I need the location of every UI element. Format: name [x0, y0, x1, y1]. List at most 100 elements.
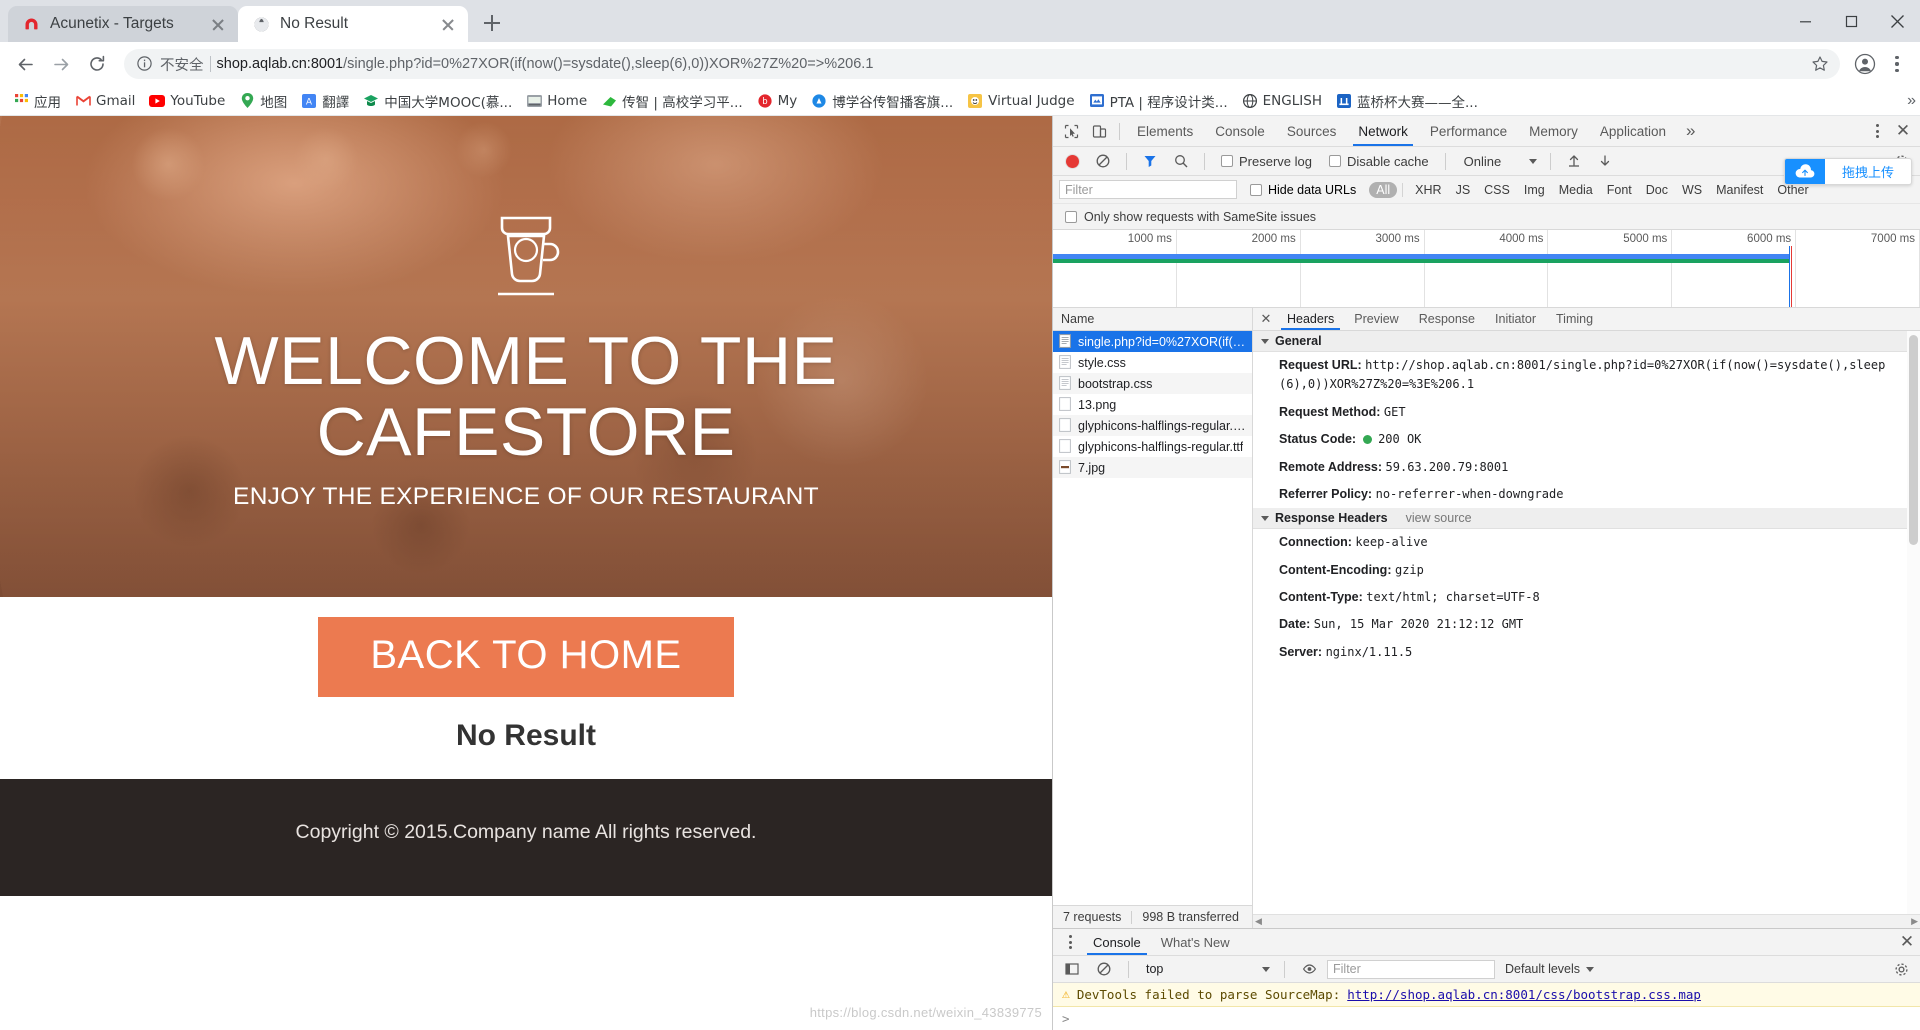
- filter-chip-img[interactable]: Img: [1517, 182, 1552, 198]
- sourcemap-link[interactable]: http://shop.aqlab.cn:8001/css/bootstrap.…: [1347, 987, 1701, 1002]
- console-prompt[interactable]: >: [1053, 1007, 1920, 1030]
- hide-data-urls-option[interactable]: Hide data URLs: [1243, 183, 1363, 197]
- tab-headers[interactable]: Headers: [1277, 308, 1344, 330]
- requests-column-header[interactable]: Name: [1053, 308, 1252, 331]
- tab-performance[interactable]: Performance: [1419, 116, 1518, 146]
- bookmark-item[interactable]: A 翻譯: [294, 89, 356, 113]
- minimize-icon[interactable]: [1782, 0, 1828, 42]
- profile-avatar-icon[interactable]: [1850, 49, 1880, 79]
- bookmark-item[interactable]: ENGLISH: [1235, 91, 1329, 111]
- device-toolbar-icon[interactable]: [1085, 118, 1113, 144]
- scroll-left-icon[interactable]: ◀: [1255, 916, 1262, 927]
- bookmark-item[interactable]: b My: [750, 91, 805, 111]
- tab-preview[interactable]: Preview: [1344, 308, 1408, 330]
- kebab-menu-icon[interactable]: [1882, 49, 1912, 79]
- info-circle-icon[interactable]: [136, 55, 154, 73]
- bookmark-item[interactable]: Home: [519, 91, 594, 111]
- inspect-cursor-icon[interactable]: [1057, 118, 1085, 144]
- filter-input[interactable]: Filter: [1059, 180, 1237, 199]
- console-context-select[interactable]: top: [1139, 960, 1274, 979]
- filter-chip-ws[interactable]: WS: [1675, 182, 1709, 198]
- filter-chip-all[interactable]: All: [1369, 181, 1398, 198]
- back-arrow-icon[interactable]: [8, 47, 42, 81]
- forward-arrow-icon[interactable]: [44, 47, 78, 81]
- table-row[interactable]: single.php?id=0%27XOR(if(no...: [1053, 331, 1252, 352]
- address-bar[interactable]: 不安全 shop.aqlab.cn:8001/single.php?id=0%2…: [124, 49, 1840, 79]
- filter-chip-css[interactable]: CSS: [1477, 182, 1517, 198]
- scroll-right-icon[interactable]: ▶: [1911, 916, 1918, 927]
- tab-timing[interactable]: Timing: [1546, 308, 1603, 330]
- maximize-icon[interactable]: [1828, 0, 1874, 42]
- view-source-link[interactable]: view source: [1406, 511, 1472, 525]
- network-overview-timeline[interactable]: 1000 ms 2000 ms 3000 ms 4000 ms 5000 ms …: [1053, 230, 1920, 308]
- new-tab-button[interactable]: [474, 5, 510, 41]
- live-expression-icon[interactable]: [1295, 956, 1323, 982]
- clear-console-icon[interactable]: [1090, 956, 1118, 982]
- bookmarks-overflow-button[interactable]: »: [1907, 92, 1916, 110]
- response-headers-section[interactable]: Response Headers view source: [1253, 508, 1920, 530]
- tab-console[interactable]: Console: [1204, 116, 1276, 146]
- close-icon[interactable]: [438, 14, 458, 34]
- bookmark-item[interactable]: PTA | 程序设计类...: [1082, 89, 1235, 113]
- table-row[interactable]: glyphicons-halflings-regular.w...: [1053, 415, 1252, 436]
- throttling-select[interactable]: Online: [1455, 154, 1542, 169]
- star-icon[interactable]: [1806, 50, 1834, 78]
- table-row[interactable]: glyphicons-halflings-regular.ttf: [1053, 436, 1252, 457]
- bookmark-item[interactable]: YouTube: [142, 91, 232, 111]
- tab-sources[interactable]: Sources: [1276, 116, 1348, 146]
- detail-horizontal-scrollbar[interactable]: ◀ ▶: [1253, 914, 1920, 928]
- detail-scrollbar[interactable]: [1907, 331, 1920, 914]
- reload-icon[interactable]: [80, 47, 114, 81]
- console-levels-select[interactable]: Default levels: [1499, 962, 1600, 976]
- export-har-icon[interactable]: [1591, 148, 1619, 174]
- preserve-log-option[interactable]: Preserve log: [1214, 154, 1319, 169]
- console-sidebar-icon[interactable]: [1058, 956, 1086, 982]
- table-row[interactable]: 13.png: [1053, 394, 1252, 415]
- kebab-menu-icon[interactable]: [1057, 934, 1083, 950]
- bookmark-item[interactable]: 博学谷传智播客旗...: [804, 89, 960, 113]
- filter-chip-font[interactable]: Font: [1600, 182, 1639, 198]
- filter-chip-js[interactable]: JS: [1449, 182, 1478, 198]
- bookmark-item[interactable]: 地图: [232, 89, 294, 113]
- tab-response[interactable]: Response: [1409, 308, 1485, 330]
- tab-application[interactable]: Application: [1589, 116, 1677, 146]
- general-section-header[interactable]: General: [1253, 331, 1920, 352]
- drag-upload-badge[interactable]: 拖拽上传: [1784, 158, 1912, 185]
- back-to-home-button[interactable]: BACK TO HOME: [318, 617, 734, 697]
- bookmark-item[interactable]: 应用: [6, 89, 68, 113]
- filter-chip-manifest[interactable]: Manifest: [1709, 182, 1770, 198]
- samesite-checkbox[interactable]: [1065, 210, 1077, 223]
- close-icon[interactable]: [1874, 0, 1920, 42]
- console-filter-input[interactable]: Filter: [1327, 959, 1495, 979]
- hide-data-urls-checkbox[interactable]: [1250, 183, 1262, 196]
- table-row[interactable]: bootstrap.css: [1053, 373, 1252, 394]
- close-icon[interactable]: ✕: [1255, 311, 1277, 327]
- samesite-filter-row[interactable]: Only show requests with SameSite issues: [1053, 204, 1920, 230]
- clear-icon[interactable]: [1089, 148, 1117, 174]
- tab-memory[interactable]: Memory: [1518, 116, 1589, 146]
- close-icon[interactable]: ✕: [1890, 121, 1916, 141]
- bookmark-item[interactable]: Virtual Judge: [960, 91, 1081, 111]
- table-row[interactable]: 7.jpg: [1053, 457, 1252, 478]
- bookmark-item[interactable]: 传智 | 高校学习平...: [594, 89, 750, 113]
- close-icon[interactable]: ✕: [1894, 932, 1920, 952]
- close-icon[interactable]: [208, 14, 228, 34]
- search-icon[interactable]: [1167, 148, 1195, 174]
- table-row[interactable]: style.css: [1053, 352, 1252, 373]
- filter-chip-media[interactable]: Media: [1552, 182, 1600, 198]
- browser-tab-no-result[interactable]: No Result: [238, 6, 468, 42]
- scrollbar-thumb[interactable]: [1909, 335, 1918, 545]
- tab-initiator[interactable]: Initiator: [1485, 308, 1546, 330]
- import-har-icon[interactable]: [1560, 148, 1588, 174]
- filter-chip-xhr[interactable]: XHR: [1408, 182, 1448, 198]
- preserve-log-checkbox[interactable]: [1221, 155, 1233, 167]
- record-button-icon[interactable]: [1058, 148, 1086, 174]
- kebab-menu-icon[interactable]: [1864, 123, 1890, 139]
- gear-icon[interactable]: [1887, 956, 1915, 982]
- disable-cache-checkbox[interactable]: [1328, 155, 1341, 167]
- filter-funnel-icon[interactable]: [1136, 148, 1164, 174]
- more-tabs-icon[interactable]: »: [1677, 121, 1703, 141]
- filter-chip-doc[interactable]: Doc: [1639, 182, 1675, 198]
- drawer-tab-console[interactable]: Console: [1083, 929, 1151, 955]
- bookmark-item[interactable]: 中国大学MOOC(慕...: [356, 89, 519, 113]
